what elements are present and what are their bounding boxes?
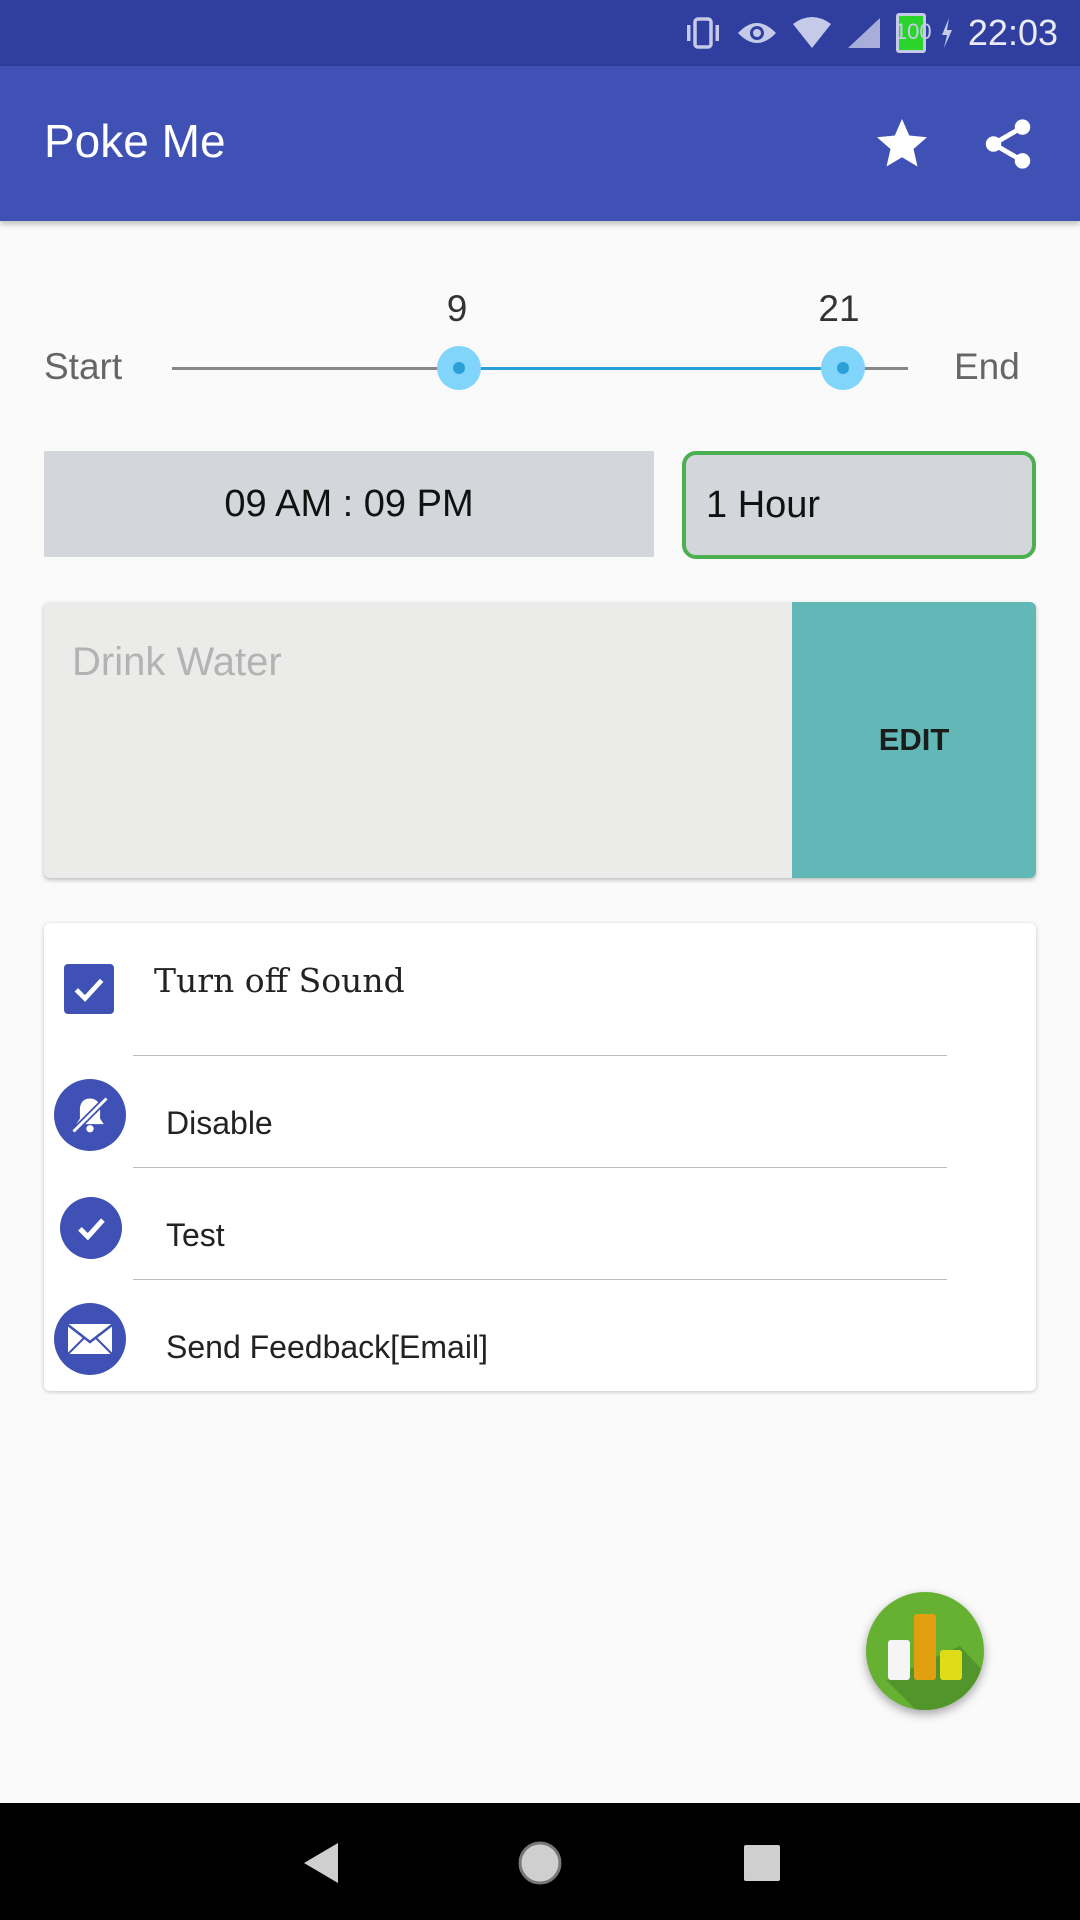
slider-track-active <box>459 367 843 370</box>
home-button[interactable] <box>510 1833 570 1893</box>
app-bar: Poke Me <box>0 66 1080 221</box>
email-icon[interactable] <box>54 1303 126 1375</box>
stats-fab[interactable] <box>866 1592 984 1710</box>
turn-off-sound-checkbox[interactable] <box>64 964 114 1014</box>
recents-button[interactable] <box>732 1833 792 1893</box>
time-range-display[interactable]: 09 AM : 09 PM <box>44 451 654 557</box>
status-time: 22:03 <box>967 12 1058 53</box>
test-option[interactable]: Test <box>166 1217 225 1254</box>
wifi-icon <box>792 17 831 48</box>
end-thumb-value: 21 <box>818 288 860 329</box>
eye-icon <box>737 23 776 43</box>
edit-button[interactable]: EDIT <box>792 602 1036 878</box>
status-bar: 100 22:03 <box>0 0 1080 66</box>
disable-option[interactable]: Disable <box>166 1105 273 1142</box>
message-input[interactable]: Drink Water <box>72 640 282 685</box>
vibrate-icon <box>686 17 719 49</box>
share-button[interactable] <box>972 108 1044 180</box>
cell-signal-icon <box>847 18 880 48</box>
start-thumb-value: 9 <box>446 288 468 329</box>
slider-track-left <box>172 367 459 370</box>
divider <box>133 1279 947 1280</box>
notifications-off-icon[interactable] <box>54 1079 126 1151</box>
interval-selector[interactable]: 1 Hour <box>682 451 1036 559</box>
back-icon <box>304 1843 338 1883</box>
navigation-bar <box>0 1803 1080 1920</box>
recents-icon <box>744 1845 780 1881</box>
check-icon <box>74 978 104 1002</box>
back-button[interactable] <box>290 1833 350 1893</box>
home-icon <box>518 1841 562 1885</box>
options-card: Turn off Sound Disable Test Send Feedbac… <box>44 923 1036 1391</box>
divider <box>133 1167 947 1168</box>
divider <box>133 1055 947 1056</box>
bar-chart-icon <box>886 1614 984 1710</box>
turn-off-sound-label: Turn off Sound <box>154 961 405 1000</box>
send-feedback-option[interactable]: Send Feedback[Email] <box>166 1329 488 1366</box>
battery-level: 100 <box>894 19 932 44</box>
share-icon <box>985 119 1031 169</box>
slider-end-label: End <box>954 346 1020 387</box>
message-card: Drink Water EDIT <box>44 602 1036 878</box>
battery-icon: 100 <box>895 13 932 53</box>
slider-start-label: Start <box>44 346 123 387</box>
charging-icon <box>941 18 952 48</box>
start-thumb[interactable] <box>437 346 481 390</box>
star-icon <box>877 119 927 167</box>
app-title: Poke Me <box>44 115 226 167</box>
favorite-button[interactable] <box>866 108 938 180</box>
check-circle-icon[interactable] <box>60 1197 122 1259</box>
end-thumb[interactable] <box>821 346 865 390</box>
